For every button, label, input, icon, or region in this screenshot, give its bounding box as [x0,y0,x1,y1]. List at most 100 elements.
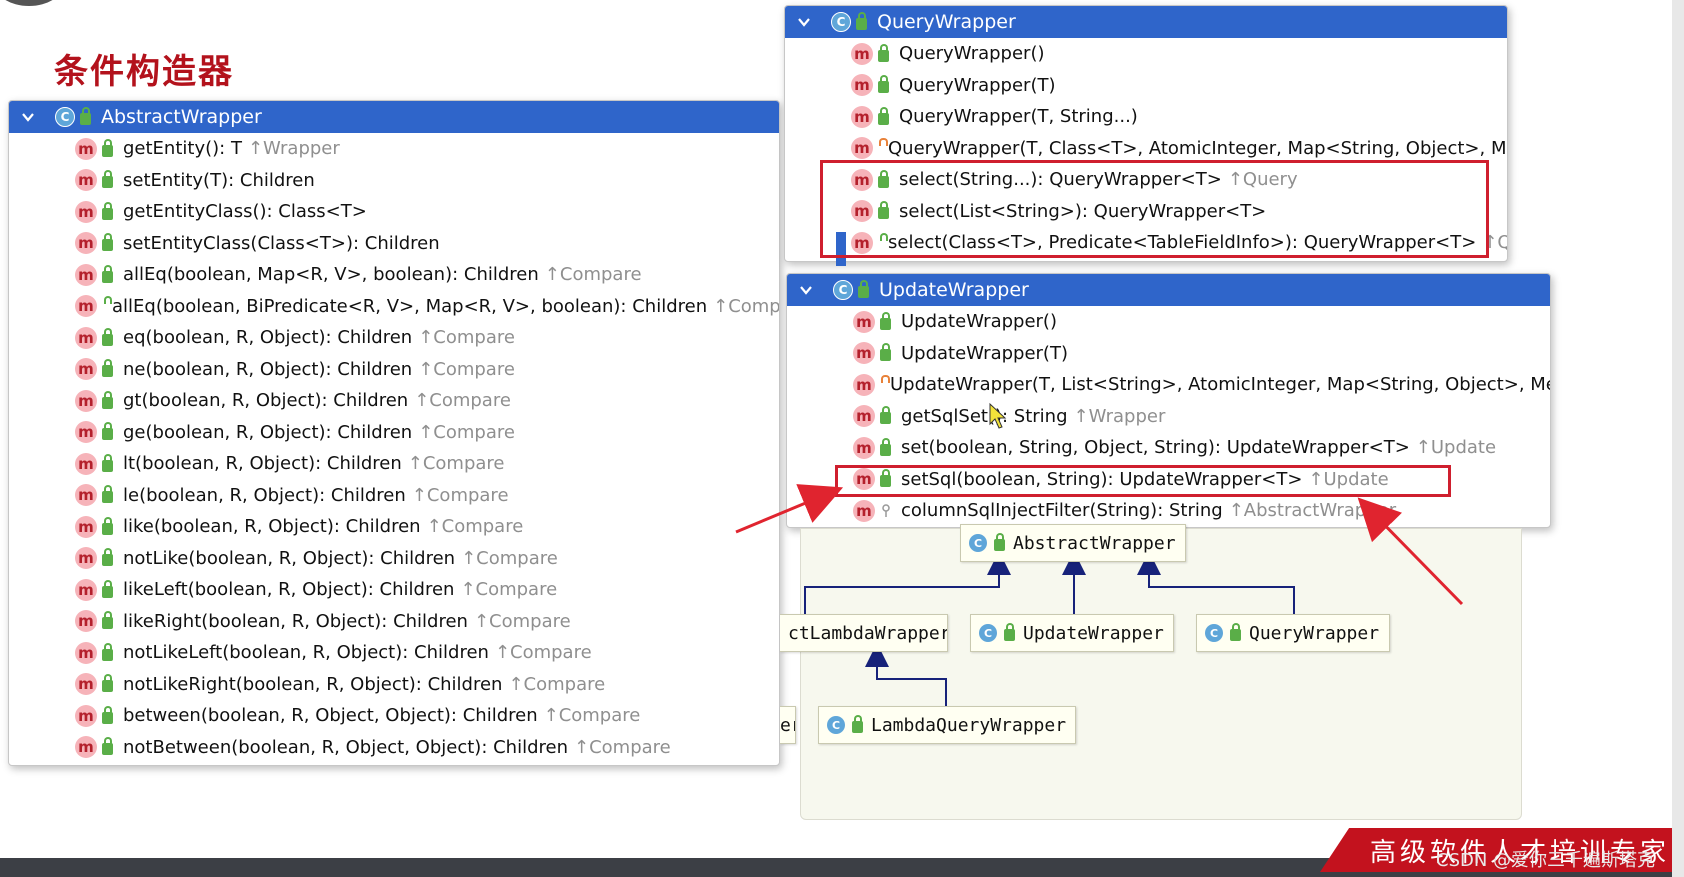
method-icon: m [853,436,875,459]
method-icon: m [75,736,97,759]
public-lock-icon [102,674,113,693]
method-row[interactable]: m lt(boolean, R, Object): Children ↑Compar… [75,448,779,480]
method-icon: m [75,232,97,255]
public-lock-icon [102,548,113,567]
method-icon: m [75,641,97,664]
method-row[interactable]: m ne(boolean, R, Object): Children ↑Compar… [75,354,779,386]
abstract-wrapper-header[interactable]: C AbstractWrapper [9,101,779,133]
abstract-wrapper-structure-popup: C AbstractWrapper m getEntity(): T ↑Wrappe… [8,100,780,766]
method-signature: setEntity(T): Children [123,169,315,191]
method-row[interactable]: m le(boolean, R, Object): Children ↑Compar… [75,480,779,512]
method-row[interactable]: m setEntityClass(Class<T>): Children [75,228,779,260]
chevron-down-icon[interactable] [799,283,813,297]
method-row[interactable]: m QueryWrapper(T) [851,70,1507,102]
method-icon: m [75,452,97,475]
method-signature: getSqlSet(): String [901,405,1068,427]
public-lock-icon [102,327,113,346]
public-lock-icon [878,43,889,62]
csdn-watermark: CSDN @爱你三千遍斯塔克 [1436,850,1656,871]
diagram-node-update-wrapper[interactable]: C UpdateWrapper [970,614,1174,652]
public-lock-icon [102,359,113,378]
public-lock-icon [102,642,113,661]
inherited-from: ↑AbstractWrapper [1228,500,1397,522]
public-lock-icon [994,533,1005,551]
inherited-from: ↑Compare [461,547,558,569]
method-row[interactable]: m allEq(boolean, Map<R, V>, boolean): Chi… [75,259,779,291]
method-row[interactable]: m getEntity(): T ↑Wrapper [75,133,779,165]
method-signature: columnSqlInjectFilter(String): String [901,500,1223,522]
diagram-node-abstract-wrapper[interactable]: C AbstractWrapper [960,524,1186,562]
method-row[interactable]: m between(boolean, R, Object, Object): Ch… [75,700,779,732]
method-signature: UpdateWrapper(T) [901,342,1068,364]
method-icon: m [853,499,875,522]
inherited-from: ↑Update [1415,437,1497,459]
method-icon: m [75,610,97,633]
public-lock-icon [102,138,113,157]
method-row[interactable]: m notLike(boolean, R, Object): Children ↑C… [75,543,779,575]
method-row[interactable]: m eq(boolean, R, Object): Children ↑Compar… [75,322,779,354]
method-icon: m [75,515,97,538]
panel-title: QueryWrapper [877,11,1016,33]
method-signature: between(boolean, R, Object, Object): Chi… [123,705,538,727]
edge-query-to-abstract [1137,551,1295,615]
highlight-select-methods [820,160,1489,258]
inherited-from: ↑Compare [494,642,592,664]
public-lock-icon [102,390,113,409]
method-row[interactable]: m likeRight(boolean, R, Object): Children… [75,606,779,638]
diagram-node-partial-left[interactable]: er [780,706,796,744]
public-lock-icon [878,75,889,94]
method-row[interactable]: m ge(boolean, R, Object): Children ↑Compar… [75,417,779,449]
method-row[interactable]: m UpdateWrapper(T) [853,338,1550,370]
method-row[interactable]: m QueryWrapper() [851,38,1507,70]
public-lock-icon [880,311,891,330]
method-row[interactable]: m like(boolean, R, Object): Children ↑Comp… [75,511,779,543]
method-signature: ge(boolean, R, Object): Children [123,421,413,443]
method-signature: QueryWrapper() [899,43,1045,65]
method-icon: m [853,373,875,396]
method-icon: m [851,137,873,160]
method-signature: ne(boolean, R, Object): Children [123,358,413,380]
method-signature: like(boolean, R, Object): Children [123,516,421,538]
method-icon: m [75,673,97,696]
chevron-down-icon[interactable] [21,110,35,124]
method-row[interactable]: m set(boolean, String, Object, String): U… [853,432,1550,464]
method-signature: getEntity(): T [123,138,242,160]
method-signature: UpdateWrapper() [901,311,1057,333]
inherited-from: ↑Compare [418,358,515,380]
method-row[interactable]: m notLikeRight(boolean, R, Object): Child… [75,669,779,701]
public-lock-icon [102,705,113,724]
method-row[interactable]: m QueryWrapper(T, String...) [851,101,1507,133]
method-signature: likeRight(boolean, R, Object): Children [123,610,468,632]
method-row[interactable]: m gt(boolean, R, Object): Children ↑Compar… [75,385,779,417]
query-wrapper-header[interactable]: C QueryWrapper [785,6,1507,38]
inherited-from: ↑Compare [407,453,505,475]
method-row[interactable]: m columnSqlInjectFilter(String): String ↑A… [853,495,1550,527]
update-wrapper-header[interactable]: C UpdateWrapper [787,274,1550,306]
method-row[interactable]: m notLikeLeft(boolean, R, Object): Childr… [75,637,779,669]
method-signature: gt(boolean, R, Object): Children [123,390,409,412]
method-signature: QueryWrapper(T, Class<T>, AtomicInteger,… [888,137,1507,159]
method-signature: le(boolean, R, Object): Children [123,484,406,506]
diagram-node-abstract-lambda-wrapper[interactable]: ctLambdaWrapper [780,614,948,652]
method-row[interactable]: m setEntity(T): Children [75,165,779,197]
method-row[interactable]: m likeLeft(boolean, R, Object): Children ↑… [75,574,779,606]
method-row[interactable]: m UpdateWrapper() [853,306,1550,338]
method-row[interactable]: m notBetween(boolean, R, Object, Object):… [75,732,779,764]
method-row[interactable]: m getEntityClass(): Class<T> [75,196,779,228]
public-lock-icon [102,611,113,630]
method-signature: notLikeRight(boolean, R, Object): Childr… [123,673,503,695]
chevron-down-icon[interactable] [797,15,811,29]
method-row[interactable]: m allEq(boolean, BiPredicate<R, V>, Map<R… [75,291,779,323]
public-lock-icon [880,343,891,362]
method-icon: m [75,263,97,286]
public-lock-icon [80,107,91,125]
diagram-node-query-wrapper[interactable]: C QueryWrapper [1196,614,1390,652]
public-lock-icon [102,264,113,283]
public-lock-icon [852,715,863,733]
method-row[interactable]: m getSqlSet(): String ↑Wrapper [853,401,1550,433]
method-icon: m [75,421,97,444]
method-row[interactable]: m UpdateWrapper(T, List<String>, AtomicIn… [853,369,1550,401]
diagram-node-lambda-query-wrapper[interactable]: C LambdaQueryWrapper [818,706,1076,744]
method-signature: likeLeft(boolean, R, Object): Children [123,579,455,601]
public-lock-icon [102,516,113,535]
